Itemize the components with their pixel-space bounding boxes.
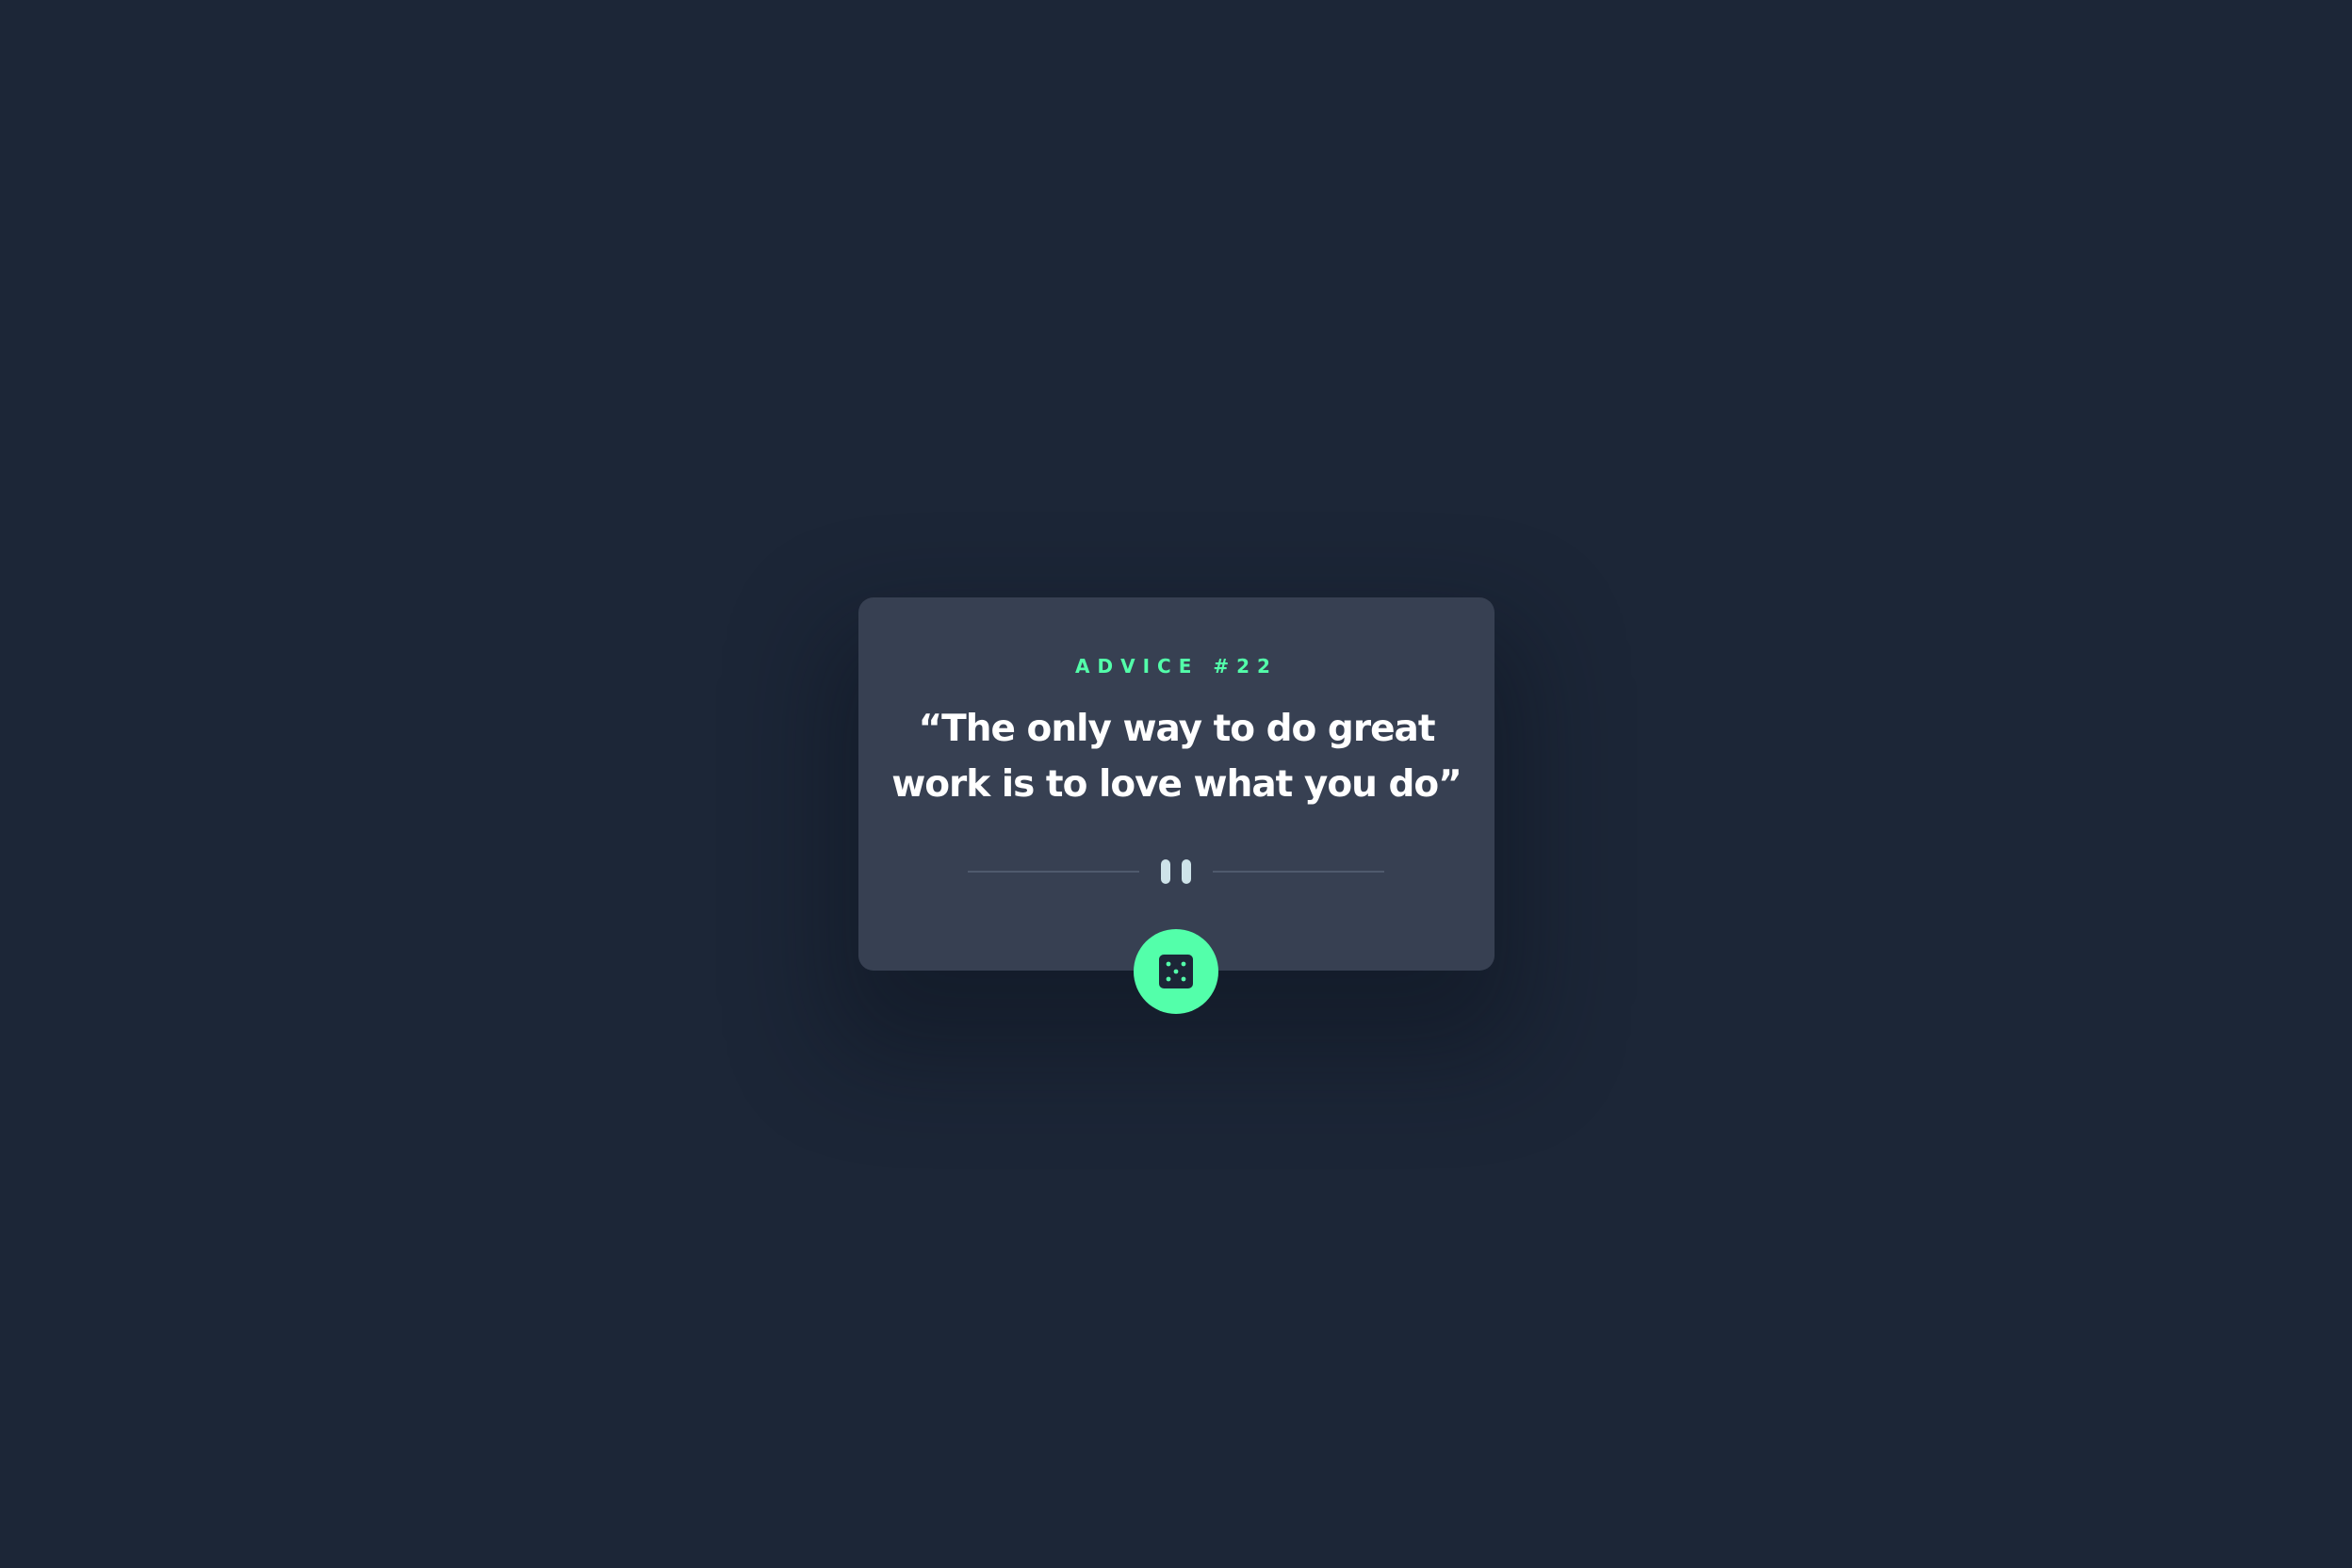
divider-line-right — [1213, 871, 1384, 873]
pause-bar-right — [1182, 859, 1191, 884]
pause-icon — [1161, 859, 1191, 884]
dice-icon — [1159, 955, 1193, 988]
advice-quote: “The only way to do great work is to lov… — [891, 708, 1462, 806]
generate-advice-button[interactable] — [1134, 929, 1218, 1014]
pattern-divider — [968, 858, 1384, 886]
advice-card: ADVICE #22 “The only way to do great wor… — [858, 597, 1494, 971]
divider-line-left — [968, 871, 1139, 873]
page: ADVICE #22 “The only way to do great wor… — [0, 0, 2352, 1568]
advice-number: ADVICE #22 — [1075, 655, 1278, 678]
pause-bar-left — [1161, 859, 1170, 884]
